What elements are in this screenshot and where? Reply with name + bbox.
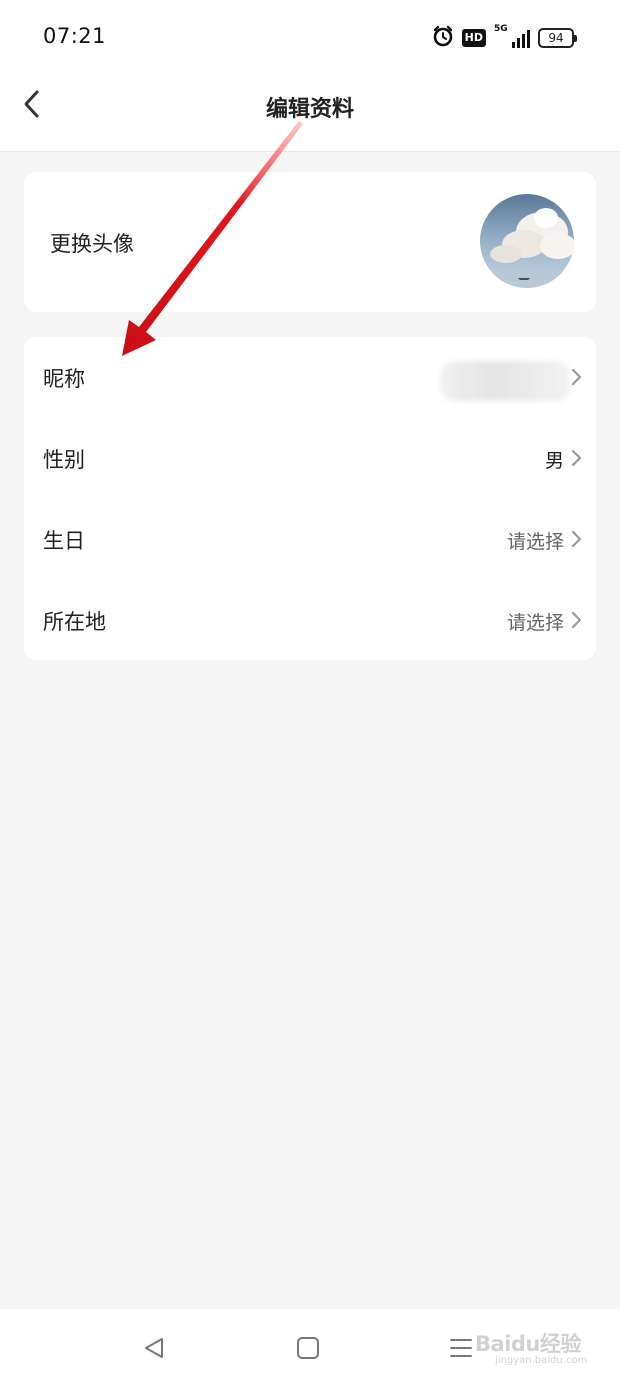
header-bar: 编辑资料 xyxy=(0,72,620,152)
network-label: 5G xyxy=(494,24,508,34)
menu-lines-icon[interactable] xyxy=(446,1333,476,1363)
nickname-label: 昵称 xyxy=(43,367,85,391)
status-icons: HD 5G 94 xyxy=(432,24,577,51)
baidu-watermark: Baidu经验 jingyan.baidu.com xyxy=(475,1328,588,1374)
watermark-brand: Baidu经验 xyxy=(475,1332,581,1356)
location-row[interactable]: 所在地 请选择 xyxy=(24,580,596,660)
chevron-right-icon xyxy=(569,610,583,630)
alarm-icon xyxy=(432,25,454,51)
back-triangle-icon[interactable] xyxy=(140,1333,170,1363)
birthday-row[interactable]: 生日 请选择 xyxy=(24,499,596,579)
change-avatar-label: 更换头像 xyxy=(50,232,134,256)
gender-row[interactable]: 性别 男 xyxy=(24,418,596,498)
birthday-value: 请选择 xyxy=(506,531,564,553)
chevron-right-icon xyxy=(569,529,583,549)
hd-badge: HD xyxy=(461,29,486,47)
signal-icon: 5G xyxy=(494,24,530,48)
gender-label: 性别 xyxy=(43,448,85,472)
change-avatar-row[interactable]: 更换头像 xyxy=(24,172,596,312)
location-label: 所在地 xyxy=(43,610,106,634)
chevron-right-icon xyxy=(569,448,583,468)
birthday-label: 生日 xyxy=(43,529,85,553)
nickname-value-blurred xyxy=(440,361,570,401)
watermark-url: jingyan.baidu.com xyxy=(495,1355,588,1366)
location-value: 请选择 xyxy=(506,612,564,634)
page-title: 编辑资料 xyxy=(265,97,354,122)
battery-icon: 94 xyxy=(538,28,577,48)
profile-info-card: 昵称 性别 男 生日 请选择 所在地 请选择 xyxy=(24,337,596,660)
home-square-icon[interactable] xyxy=(293,1333,323,1363)
gender-value: 男 xyxy=(544,450,564,472)
status-time: 07:21 xyxy=(43,24,107,48)
chevron-right-icon xyxy=(569,367,583,387)
nickname-row[interactable]: 昵称 xyxy=(24,337,596,417)
avatar[interactable] xyxy=(480,194,574,288)
status-bar: 07:21 HD 5G 94 xyxy=(0,0,620,72)
